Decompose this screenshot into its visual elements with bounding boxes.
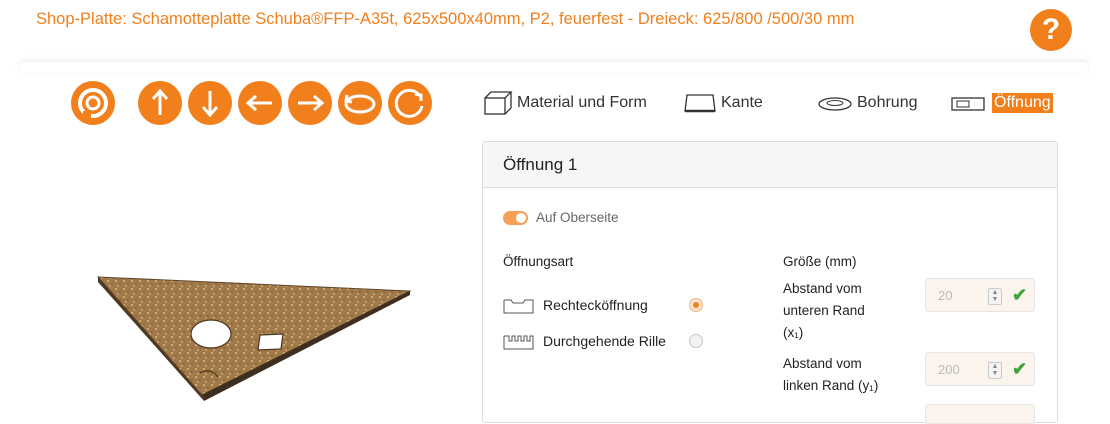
tab-kante[interactable]: Kante [683, 90, 763, 116]
option-label: Durchgehende Rille [543, 333, 666, 349]
groove-icon [503, 335, 534, 350]
rotate-reset-button[interactable] [71, 81, 115, 125]
rotate-right-button[interactable] [388, 81, 432, 125]
check-icon: ✔ [1012, 285, 1028, 305]
size-heading: Größe (mm) [783, 254, 857, 269]
move-right-button[interactable] [288, 81, 332, 125]
arrow-down-icon [201, 91, 219, 118]
plate-preview-image [96, 276, 412, 401]
label-line: (x₁) [783, 325, 804, 340]
y1-stepper[interactable]: ▲ ▼ [988, 362, 1002, 379]
panel-heading: Öffnung 1 [483, 142, 1057, 188]
rotate-reset-icon [78, 88, 108, 118]
x1-input[interactable]: 20 ▲ ▼ ✔ [925, 278, 1035, 312]
hole-icon [818, 97, 852, 111]
tab-label: Bohrung [857, 94, 918, 111]
label-line: Abstand vom [783, 356, 862, 371]
opening-panel: Öffnung 1 Auf Oberseite Öffnungsart Rech… [482, 141, 1058, 424]
field-label-unterer-rand: Abstand vom unteren Rand (x₁) [783, 278, 893, 344]
next-size-input[interactable] [925, 404, 1035, 424]
cube-icon [484, 91, 513, 115]
label-line: unteren Rand [783, 303, 865, 318]
y1-input[interactable]: 200 ▲ ▼ ✔ [925, 352, 1035, 386]
help-button[interactable]: ? [1030, 9, 1072, 51]
radio-rechteckoeffnung[interactable] [689, 298, 703, 312]
label-line: linken Rand (y₁) [783, 378, 879, 393]
move-up-button[interactable] [138, 81, 182, 125]
rotate-left-icon [344, 94, 376, 114]
toggle-switch[interactable] [503, 210, 528, 225]
toggle-label: Auf Oberseite [536, 210, 619, 225]
arrow-right-icon [298, 94, 325, 112]
x1-value[interactable]: 20 [938, 288, 952, 303]
move-left-button[interactable] [238, 81, 282, 125]
tab-oeffnung[interactable]: Öffnung [950, 90, 1053, 116]
arrow-left-icon [245, 94, 272, 112]
tab-label: Kante [721, 94, 763, 111]
opening-icon [951, 97, 985, 111]
page-title: Shop-Platte: Schamotteplatte Schuba®FFP-… [36, 10, 855, 28]
option-durchgehende-rille[interactable]: Durchgehende Rille [503, 331, 703, 351]
field-label-linker-rand: Abstand vom linken Rand (y₁) [783, 353, 893, 397]
option-label: Rechtecköffnung [543, 297, 648, 313]
label-line: Abstand vom [783, 281, 862, 296]
radio-durchgehende-rille[interactable] [689, 334, 703, 348]
arrow-up-icon [151, 88, 169, 115]
tab-bohrung[interactable]: Bohrung [817, 90, 918, 116]
check-icon: ✔ [1012, 359, 1028, 379]
rectangle-opening-icon [503, 299, 534, 314]
opening-type-heading: Öffnungsart [503, 254, 574, 269]
rotate-left-button[interactable] [338, 81, 382, 125]
move-down-button[interactable] [188, 81, 232, 125]
rotate-right-icon [394, 88, 424, 118]
content-card-edge [20, 62, 1088, 72]
y1-value[interactable]: 200 [938, 362, 960, 377]
top-side-toggle[interactable]: Auf Oberseite [503, 210, 619, 225]
option-rechteckoeffnung[interactable]: Rechtecköffnung [503, 295, 703, 315]
tab-material-und-form[interactable]: Material und Form [483, 90, 647, 116]
edge-icon [684, 94, 716, 113]
tab-label: Öffnung [992, 93, 1053, 113]
x1-stepper[interactable]: ▲ ▼ [988, 288, 1002, 305]
tab-label: Material und Form [517, 94, 647, 111]
